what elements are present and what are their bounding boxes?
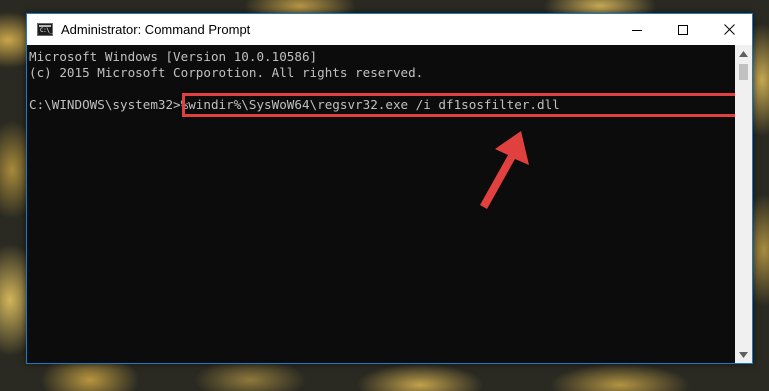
console-line-copyright: (c) 2015 Microsoft Corporotion. All righ… (29, 65, 424, 80)
cmd-icon: C:\_ (37, 23, 53, 36)
window-title: Administrator: Command Prompt (61, 22, 251, 37)
command-prompt-window: C:\_ Administrator: Command Prompt Micro… (26, 13, 753, 364)
command-highlight-box (182, 93, 735, 117)
scroll-thumb[interactable] (739, 64, 748, 80)
console-output[interactable]: Microsoft Windows [Version 10.0.10586] (… (27, 45, 735, 363)
minimize-icon (632, 29, 642, 31)
maximize-icon (678, 24, 688, 35)
console-line-version: Microsoft Windows [Version 10.0.10586] (29, 49, 318, 64)
maximize-button[interactable] (660, 14, 706, 45)
red-arrow-icon (480, 131, 529, 209)
minimize-button[interactable] (614, 14, 660, 45)
chevron-down-icon (739, 351, 748, 358)
vertical-scrollbar[interactable] (735, 45, 752, 363)
close-icon (723, 24, 735, 35)
close-button[interactable] (706, 14, 752, 45)
cmd-icon-glyph: C:\_ (40, 27, 53, 34)
chevron-up-icon (739, 50, 748, 57)
title-bar[interactable]: C:\_ Administrator: Command Prompt (27, 14, 752, 45)
scroll-up-button[interactable] (735, 45, 752, 62)
scroll-down-button[interactable] (735, 346, 752, 363)
